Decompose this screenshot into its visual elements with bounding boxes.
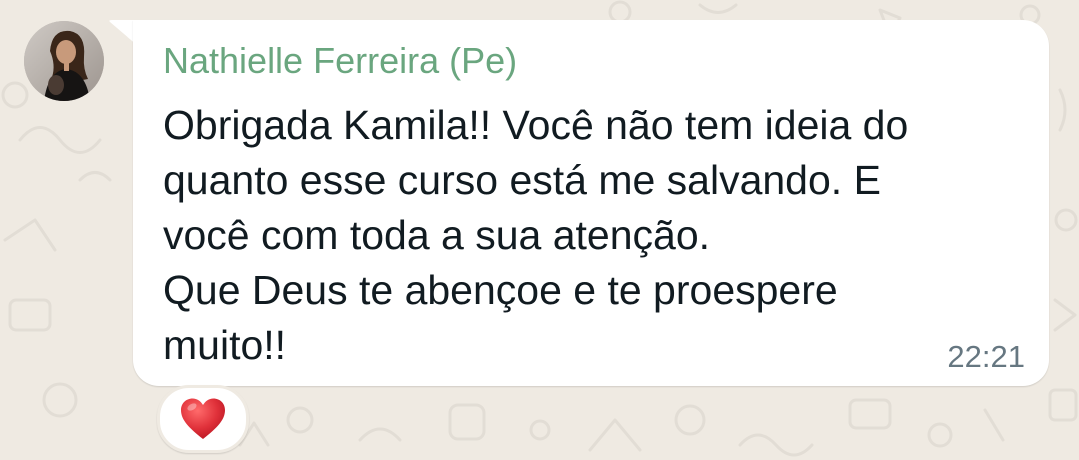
reaction-badge[interactable]: [157, 385, 249, 453]
avatar[interactable]: [24, 21, 104, 101]
profile-photo: [24, 21, 104, 101]
message-bubble[interactable]: Nathielle Ferreira (Pe) Obrigada Kamila!…: [133, 20, 1049, 386]
message-line: quanto esse curso está me salvando. E: [163, 157, 881, 203]
message-timestamp: 22:21: [947, 339, 1025, 374]
message-text: Obrigada Kamila!! Você não tem ideia do …: [163, 98, 1023, 373]
message-line: você com toda a sua atenção.: [163, 212, 711, 258]
message-line: Que Deus te abençoe e te proespere: [163, 267, 838, 313]
sender-name[interactable]: Nathielle Ferreira (Pe): [163, 40, 517, 82]
message-line: Obrigada Kamila!! Você não tem ideia do: [163, 102, 909, 148]
red-heart-icon: [181, 398, 225, 439]
message-line: muito!!: [163, 322, 287, 368]
